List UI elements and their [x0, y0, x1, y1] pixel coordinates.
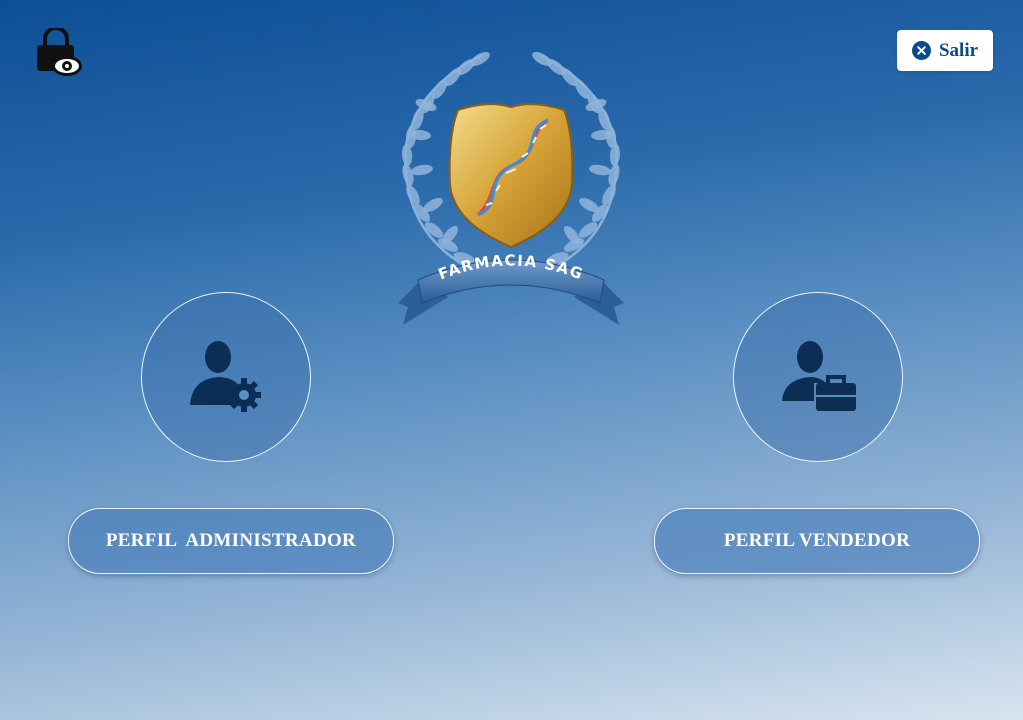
admin-profile-button[interactable]: PERFIL ADMINISTRADOR	[68, 508, 394, 574]
pharmacy-logo: FARMACIA SAG	[378, 45, 644, 330]
seller-profile-label: PERFIL VENDEDOR	[723, 530, 911, 551]
seller-profile-button[interactable]: PERFIL VENDEDOR	[654, 508, 980, 574]
gold-shield	[448, 103, 574, 249]
user-gear-icon	[190, 341, 261, 412]
admin-profile-circle[interactable]	[141, 292, 311, 462]
brand-ribbon: FARMACIA SAG	[398, 251, 624, 325]
admin-profile-label: PERFIL ADMINISTRADOR	[105, 530, 357, 551]
lock-eye-icon	[34, 26, 84, 78]
user-briefcase-icon	[782, 341, 856, 411]
exit-button-label: Salir	[938, 39, 979, 61]
seller-profile-circle[interactable]	[733, 292, 903, 462]
close-circle-icon	[911, 41, 931, 60]
exit-button[interactable]: Salir	[897, 30, 993, 71]
